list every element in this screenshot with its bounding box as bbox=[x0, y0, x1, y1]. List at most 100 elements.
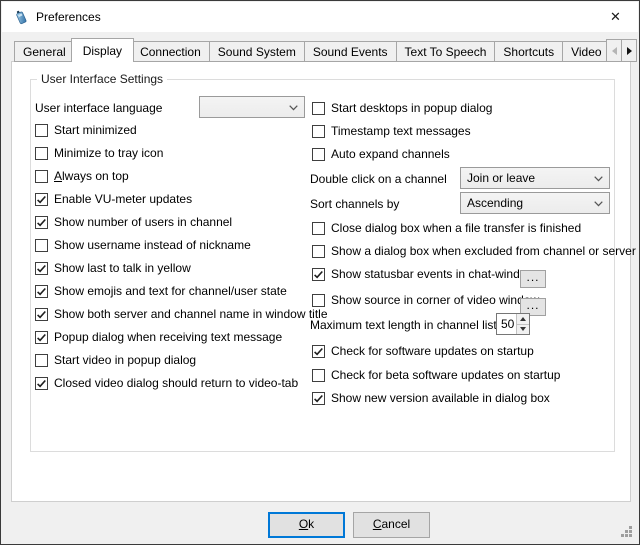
spinner-value[interactable]: 50 bbox=[497, 314, 516, 334]
checkbox-label[interactable]: Show source in corner of video window bbox=[331, 293, 539, 307]
double-click-combobox-value: Join or leave bbox=[467, 171, 535, 185]
double-click-combobox[interactable]: Join or leave bbox=[460, 167, 610, 189]
checkbox-label[interactable]: Check for software updates on startup bbox=[331, 344, 534, 358]
cancel-button[interactable]: Cancel bbox=[353, 512, 430, 538]
checkbox-row: Show source in corner of video window bbox=[312, 294, 539, 308]
checkbox-row: Enable VU-meter updates bbox=[35, 193, 192, 207]
double-click-label: Double click on a channel bbox=[310, 172, 447, 186]
tab-scroll-right-button[interactable] bbox=[621, 39, 637, 62]
checkbox-label[interactable]: Show username instead of nickname bbox=[54, 238, 251, 252]
checkbox-label[interactable]: Show last to talk in yellow bbox=[54, 261, 191, 275]
checkbox-label[interactable]: Check for beta software updates on start… bbox=[331, 368, 560, 382]
tab-general[interactable]: General bbox=[14, 41, 75, 62]
checkbox-unchecked[interactable] bbox=[312, 369, 325, 382]
checkbox-label[interactable]: Start video in popup dialog bbox=[54, 353, 196, 367]
sort-channels-label: Sort channels by bbox=[310, 197, 399, 211]
checkbox-unchecked[interactable] bbox=[35, 239, 48, 252]
arrow-down-icon bbox=[520, 327, 526, 331]
chevron-down-icon bbox=[289, 105, 298, 111]
checkbox-row: Auto expand channels bbox=[312, 148, 450, 162]
title-bar[interactable]: Preferences ✕ bbox=[2, 2, 638, 32]
ok-button[interactable]: Ok bbox=[268, 512, 345, 538]
checkbox-row: Show both server and channel name in win… bbox=[35, 308, 328, 322]
checkbox-label[interactable]: Always on top bbox=[54, 169, 129, 183]
checkbox-unchecked[interactable] bbox=[312, 294, 325, 307]
checkbox-checked[interactable] bbox=[312, 392, 325, 405]
chevron-down-icon bbox=[594, 176, 603, 182]
arrow-right-icon bbox=[627, 47, 632, 55]
checkbox-label[interactable]: Minimize to tray icon bbox=[54, 146, 163, 160]
checkbox-label[interactable]: Closed video dialog should return to vid… bbox=[54, 376, 298, 390]
sort-channels-combobox-value: Ascending bbox=[467, 196, 523, 210]
checkbox-row: Show new version available in dialog box bbox=[312, 392, 550, 406]
checkbox-checked[interactable] bbox=[35, 308, 48, 321]
checkbox-checked[interactable] bbox=[35, 331, 48, 344]
checkbox-label[interactable]: Popup dialog when receiving text message bbox=[54, 330, 282, 344]
checkbox-checked[interactable] bbox=[35, 262, 48, 275]
checkbox-unchecked[interactable] bbox=[312, 148, 325, 161]
checkbox-label[interactable]: Show both server and channel name in win… bbox=[54, 307, 328, 321]
tab-text-to-speech[interactable]: Text To Speech bbox=[396, 41, 496, 62]
arrow-left-icon bbox=[612, 47, 617, 55]
checkbox-unchecked[interactable] bbox=[35, 147, 48, 160]
tab-sound-system[interactable]: Sound System bbox=[209, 41, 305, 62]
checkbox-row: Check for software updates on startup bbox=[312, 345, 534, 359]
checkbox-checked[interactable] bbox=[35, 377, 48, 390]
checkbox-label[interactable]: Show statusbar events in chat-window bbox=[331, 267, 535, 281]
checkbox-unchecked[interactable] bbox=[35, 170, 48, 183]
checkbox-checked[interactable] bbox=[35, 193, 48, 206]
checkbox-label[interactable]: Start desktops in popup dialog bbox=[331, 101, 492, 115]
language-combobox[interactable] bbox=[199, 96, 305, 118]
spinner-buttons bbox=[516, 314, 529, 334]
max-text-length-label: Maximum text length in channel list bbox=[310, 318, 497, 332]
checkbox-unchecked[interactable] bbox=[312, 102, 325, 115]
preferences-window: Preferences ✕ GeneralDisplayConnectionSo… bbox=[0, 0, 640, 545]
checkbox-unchecked[interactable] bbox=[312, 245, 325, 258]
close-button[interactable]: ✕ bbox=[593, 2, 638, 32]
spinner-down-button[interactable] bbox=[517, 324, 529, 335]
tab-display[interactable]: Display bbox=[71, 38, 134, 62]
checkbox-checked[interactable] bbox=[35, 216, 48, 229]
checkbox-label[interactable]: Show number of users in channel bbox=[54, 215, 232, 229]
checkbox-label[interactable]: Show a dialog box when excluded from cha… bbox=[331, 244, 636, 258]
checkbox-label[interactable]: Show new version available in dialog box bbox=[331, 391, 550, 405]
tab-video[interactable]: Video bbox=[562, 41, 606, 62]
checkbox-row: Show statusbar events in chat-window bbox=[312, 268, 535, 282]
checkbox-unchecked[interactable] bbox=[35, 354, 48, 367]
spinner-up-button[interactable] bbox=[517, 314, 529, 324]
tab-connection[interactable]: Connection bbox=[131, 41, 210, 62]
tab-page-display: User Interface Settings User interface l… bbox=[11, 61, 631, 502]
checkbox-unchecked[interactable] bbox=[35, 124, 48, 137]
window-title: Preferences bbox=[36, 2, 101, 32]
checkbox-row: Show last to talk in yellow bbox=[35, 262, 191, 276]
checkbox-label[interactable]: Enable VU-meter updates bbox=[54, 192, 192, 206]
checkbox-row: Closed video dialog should return to vid… bbox=[35, 377, 298, 391]
checkbox-row: Show emojis and text for channel/user st… bbox=[35, 285, 287, 299]
checkbox-checked[interactable] bbox=[35, 285, 48, 298]
checkbox-row: Popup dialog when receiving text message bbox=[35, 331, 282, 345]
checkbox-label[interactable]: Timestamp text messages bbox=[331, 124, 471, 138]
checkbox-label[interactable]: Auto expand channels bbox=[331, 147, 450, 161]
checkbox-row: Always on top bbox=[35, 170, 129, 184]
tab-shortcuts[interactable]: Shortcuts bbox=[494, 41, 563, 62]
checkbox-label[interactable]: Show emojis and text for channel/user st… bbox=[54, 284, 287, 298]
tab-sound-events[interactable]: Sound Events bbox=[304, 41, 397, 62]
arrow-up-icon bbox=[520, 317, 526, 321]
checkbox-unchecked[interactable] bbox=[312, 125, 325, 138]
checkbox-checked[interactable] bbox=[312, 345, 325, 358]
checkbox-row: Timestamp text messages bbox=[312, 125, 471, 139]
checkbox-checked[interactable] bbox=[312, 268, 325, 281]
group-title: User Interface Settings bbox=[37, 73, 167, 86]
checkbox-label[interactable]: Start minimized bbox=[54, 123, 137, 137]
checkbox-row: Check for beta software updates on start… bbox=[312, 369, 560, 383]
resize-grip[interactable] bbox=[621, 526, 635, 540]
checkbox-row: Show number of users in channel bbox=[35, 216, 232, 230]
checkbox-row: Start desktops in popup dialog bbox=[312, 102, 492, 116]
more-options-button[interactable]: ... bbox=[520, 270, 546, 288]
tab-scroll-left-button[interactable] bbox=[606, 39, 622, 62]
checkbox-label[interactable]: Close dialog box when a file transfer is… bbox=[331, 221, 581, 235]
chevron-down-icon bbox=[594, 201, 603, 207]
checkbox-unchecked[interactable] bbox=[312, 222, 325, 235]
sort-channels-combobox[interactable]: Ascending bbox=[460, 192, 610, 214]
checkbox-row: Show a dialog box when excluded from cha… bbox=[312, 245, 636, 259]
